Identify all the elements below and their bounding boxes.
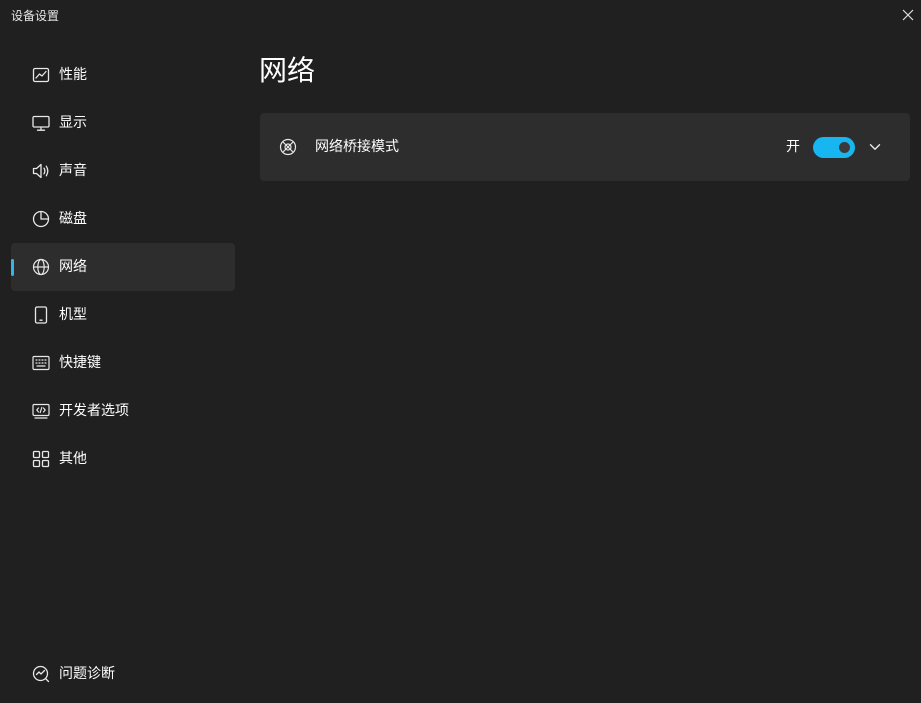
speaker-icon [31,161,51,181]
active-indicator [11,259,14,276]
setting-row-network-bridge: 网络桥接模式 开 [260,113,910,181]
sidebar-item-sound[interactable]: 声音 [11,147,235,195]
sidebar-item-network[interactable]: 网络 [11,243,235,291]
close-button[interactable] [895,0,921,30]
sidebar-item-diagnostics[interactable]: 问题诊断 [11,650,235,698]
sidebar-item-performance[interactable]: 性能 [11,51,235,99]
sidebar-nav: 性能 显示 声音 磁盘 网络 机型 快捷键 开发者选项 其他 [11,51,235,483]
setting-label: 网络桥接模式 [315,139,399,155]
keyboard-icon [31,353,51,373]
diagnose-icon [31,664,51,684]
globe-icon [31,257,51,277]
sidebar-item-label: 显示 [59,115,87,131]
sidebar-item-model[interactable]: 机型 [11,291,235,339]
window-title: 设备设置 [11,9,60,23]
settings-window: 设备设置 性能 显示 声音 磁盘 网络 机型 快捷键 开发者选项 其他 问题诊断… [0,0,921,703]
sidebar-item-label: 性能 [59,67,87,83]
sidebar-item-label: 磁盘 [59,211,87,227]
network-bridge-toggle[interactable] [813,137,855,158]
phone-icon [31,305,51,325]
sidebar-item-label: 问题诊断 [59,666,115,682]
sidebar-item-label: 机型 [59,307,87,323]
chevron-down-icon [869,144,881,150]
sidebar-item-developer-options[interactable]: 开发者选项 [11,387,235,435]
sidebar-item-label: 声音 [59,163,87,179]
close-icon [902,9,914,21]
sidebar-item-label: 开发者选项 [59,403,129,419]
sidebar-item-label: 其他 [59,451,87,467]
pie-chart-icon [31,209,51,229]
grid-icon [31,449,51,469]
performance-chart-icon [31,65,51,85]
sidebar-item-display[interactable]: 显示 [11,99,235,147]
sidebar-item-label: 快捷键 [59,355,101,371]
code-icon [31,401,51,421]
sidebar-item-other[interactable]: 其他 [11,435,235,483]
sidebar-item-shortcuts[interactable]: 快捷键 [11,339,235,387]
monitor-icon [31,113,51,133]
sidebar-item-disk[interactable]: 磁盘 [11,195,235,243]
bridge-icon [278,137,298,157]
page-title: 网络 [259,54,316,87]
sidebar-item-label: 网络 [59,259,87,275]
toggle-knob [839,142,850,153]
title-bar: 设备设置 [0,0,921,32]
expand-button[interactable] [866,138,884,156]
toggle-state-label: 开 [786,139,800,155]
